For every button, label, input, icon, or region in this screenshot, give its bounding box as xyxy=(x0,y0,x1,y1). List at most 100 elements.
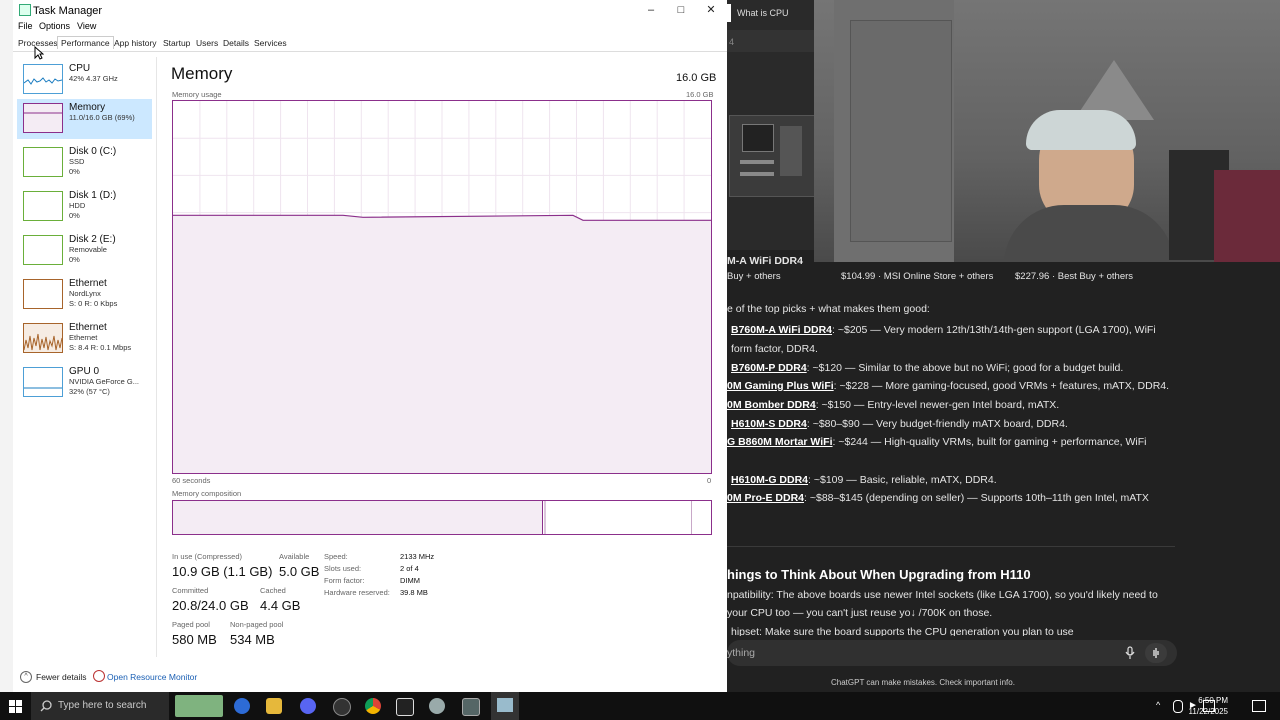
cached-label: Cached xyxy=(260,586,286,595)
divider xyxy=(727,546,1175,547)
open-resource-monitor-link[interactable]: Open Resource Monitor xyxy=(107,672,197,682)
webcam-overlay xyxy=(814,0,1280,262)
sidebar-item-detail: NordLynx S: 0 R: 0 Kbps xyxy=(69,289,118,308)
menu-options[interactable]: Options xyxy=(39,21,70,31)
task-manager-taskbar-button[interactable] xyxy=(491,692,519,720)
taskbar: Type here to search ^ ► 6:50 PM 11/22/20… xyxy=(0,692,1280,720)
desktop-edge xyxy=(0,0,14,692)
system-clock[interactable]: 6:50 PM 11/22/2025 xyxy=(1189,695,1228,717)
riot-client-icon[interactable] xyxy=(396,698,414,716)
sidebar-item-label: Ethernet xyxy=(69,322,107,333)
window-title: Task Manager xyxy=(33,5,103,17)
chat-input-placeholder: ything xyxy=(727,647,756,659)
search-icon xyxy=(40,700,52,712)
resource-monitor-icon xyxy=(93,670,105,682)
close-button[interactable]: ✕ xyxy=(697,2,725,18)
tab-startup[interactable]: Startup xyxy=(163,38,190,48)
slots-value: 2 of 4 xyxy=(400,564,419,573)
list-item: 0M Gaming Plus WiFi: ~$228 — More gaming… xyxy=(727,380,1170,392)
chat-sidebar-row-text: 4 xyxy=(729,37,735,47)
chat-sidebar-row[interactable] xyxy=(727,30,817,52)
chevron-up-icon[interactable]: ^ xyxy=(20,671,32,683)
in-use-segment xyxy=(173,501,543,534)
speed-value: 2133 MHz xyxy=(400,552,435,561)
sidebar-item-disk-0[interactable]: Disk 0 (C:) SSD 0% xyxy=(17,143,152,183)
committed-value: 20.8/24.0 GB xyxy=(172,598,249,613)
menu-file[interactable]: File xyxy=(18,21,33,31)
paragraph: your CPU too — you can't just reuse yo↓ … xyxy=(727,607,993,619)
sidebar-item-detail: NVIDIA GeForce G... 32% (57 °C) xyxy=(69,377,140,396)
list-item: form factor, DDR4. xyxy=(731,343,818,355)
fewer-details-link[interactable]: Fewer details xyxy=(36,672,87,682)
tab-app-history[interactable]: App history xyxy=(114,38,157,48)
chat-tab-title[interactable]: What is CPU xyxy=(737,8,789,18)
sidebar-item-ethernet-nordlynx[interactable]: Ethernet NordLynx S: 0 R: 0 Kbps xyxy=(17,275,152,315)
sidebar-item-detail: HDD 0% xyxy=(69,201,86,220)
news-widget-icon[interactable] xyxy=(175,695,223,717)
chevron-up-icon[interactable]: ^ xyxy=(1156,700,1160,710)
hardware-reserved-value: 39.8 MB xyxy=(400,588,428,597)
sidebar-item-disk-2[interactable]: Disk 2 (E:) Removable 0% xyxy=(17,231,152,271)
discord-icon[interactable] xyxy=(300,698,316,714)
memory-total: 16.0 GB xyxy=(676,72,717,84)
modified-segment xyxy=(544,501,546,534)
standby-segment xyxy=(691,501,692,534)
chat-sidebar-strip: What is CPU 4 xyxy=(727,0,817,250)
form-factor-value: DIMM xyxy=(400,576,420,585)
list-item: H610M-S DDR4: ~$80–$90 — Very budget-fri… xyxy=(731,418,1068,430)
sidebar-item-detail: Removable 0% xyxy=(69,245,107,264)
chat-input[interactable]: ything xyxy=(727,640,1177,666)
list-item: 0M Bomber DDR4: ~$150 — Entry-level newe… xyxy=(727,399,1060,411)
sidebar-item-detail: 42% 4.37 GHz xyxy=(69,74,118,83)
sidebar-item-label: GPU 0 xyxy=(69,366,100,377)
sidebar-item-gpu[interactable]: GPU 0 NVIDIA GeForce G... 32% (57 °C) xyxy=(17,363,152,403)
product-price: $104.99 · MSI Online Store + others xyxy=(841,271,994,282)
product-name: M-A WiFi DDR4 xyxy=(727,255,803,267)
title-bar[interactable]: Task Manager – □ ✕ xyxy=(13,0,727,20)
sidebar-item-disk-1[interactable]: Disk 1 (D:) HDD 0% xyxy=(17,187,152,227)
gpu-graph-thumb xyxy=(23,367,63,397)
memory-graph-thumb xyxy=(23,103,63,133)
notification-icon[interactable] xyxy=(1252,700,1266,712)
in-use-label: In use (Compressed) xyxy=(172,552,243,561)
disk-graph-thumb xyxy=(23,235,63,265)
sidebar-item-ethernet[interactable]: Ethernet Ethernet S: 8.4 R: 0.1 Mbps xyxy=(17,319,152,359)
minimize-button[interactable]: – xyxy=(637,2,665,18)
committed-label: Committed xyxy=(172,586,209,595)
sidebar-item-label: Memory xyxy=(69,102,106,113)
taskbar-search[interactable]: Type here to search xyxy=(31,692,169,720)
tab-performance[interactable]: Performance xyxy=(57,36,114,49)
windows-start-icon[interactable] xyxy=(9,700,22,713)
voice-mode-button[interactable] xyxy=(1145,643,1167,663)
in-use-value: 10.9 GB (1.1 GB) xyxy=(172,564,273,579)
file-explorer-icon[interactable] xyxy=(266,698,282,714)
tab-services[interactable]: Services xyxy=(254,38,287,48)
tab-users[interactable]: Users xyxy=(196,38,218,48)
microphone-icon[interactable] xyxy=(1173,700,1183,713)
app-icon[interactable] xyxy=(429,698,445,714)
memory-usage-label: Memory usage xyxy=(172,90,222,99)
list-item: B760M-P DDR4: ~$120 — Similar to the abo… xyxy=(731,362,1124,374)
sidebar-item-label: Disk 2 (E:) xyxy=(69,234,116,245)
sidebar-item-memory[interactable]: Memory 11.0/16.0 GB (69%) xyxy=(17,99,152,139)
tab-details[interactable]: Details xyxy=(223,38,249,48)
disclaimer-text: ChatGPT can make mistakes. Check importa… xyxy=(831,678,1015,687)
menu-view[interactable]: View xyxy=(77,21,96,31)
app-icon[interactable] xyxy=(333,698,351,716)
sidebar-item-label: Disk 0 (C:) xyxy=(69,146,117,157)
tab-indicator xyxy=(727,4,731,22)
chrome-icon[interactable] xyxy=(365,698,381,714)
maximize-button[interactable]: □ xyxy=(667,2,695,18)
sidebar-item-detail: Ethernet S: 8.4 R: 0.1 Mbps xyxy=(69,333,132,352)
cached-value: 4.4 GB xyxy=(260,598,301,613)
resource-sidebar: CPU 42% 4.37 GHz Memory 11.0/16.0 GB (69… xyxy=(13,57,158,657)
memory-usage-graph xyxy=(172,100,712,474)
app-icon[interactable] xyxy=(462,698,480,716)
paragraph: hipset: Make sure the board supports the… xyxy=(731,626,1074,636)
edge-icon[interactable] xyxy=(234,698,250,714)
footer-bar: ^ Fewer details Open Resource Monitor xyxy=(13,668,727,688)
microphone-icon[interactable] xyxy=(1125,646,1135,660)
sidebar-item-cpu[interactable]: CPU 42% 4.37 GHz xyxy=(17,60,152,100)
available-label: Available xyxy=(279,552,310,561)
available-value: 5.0 GB xyxy=(279,564,320,579)
